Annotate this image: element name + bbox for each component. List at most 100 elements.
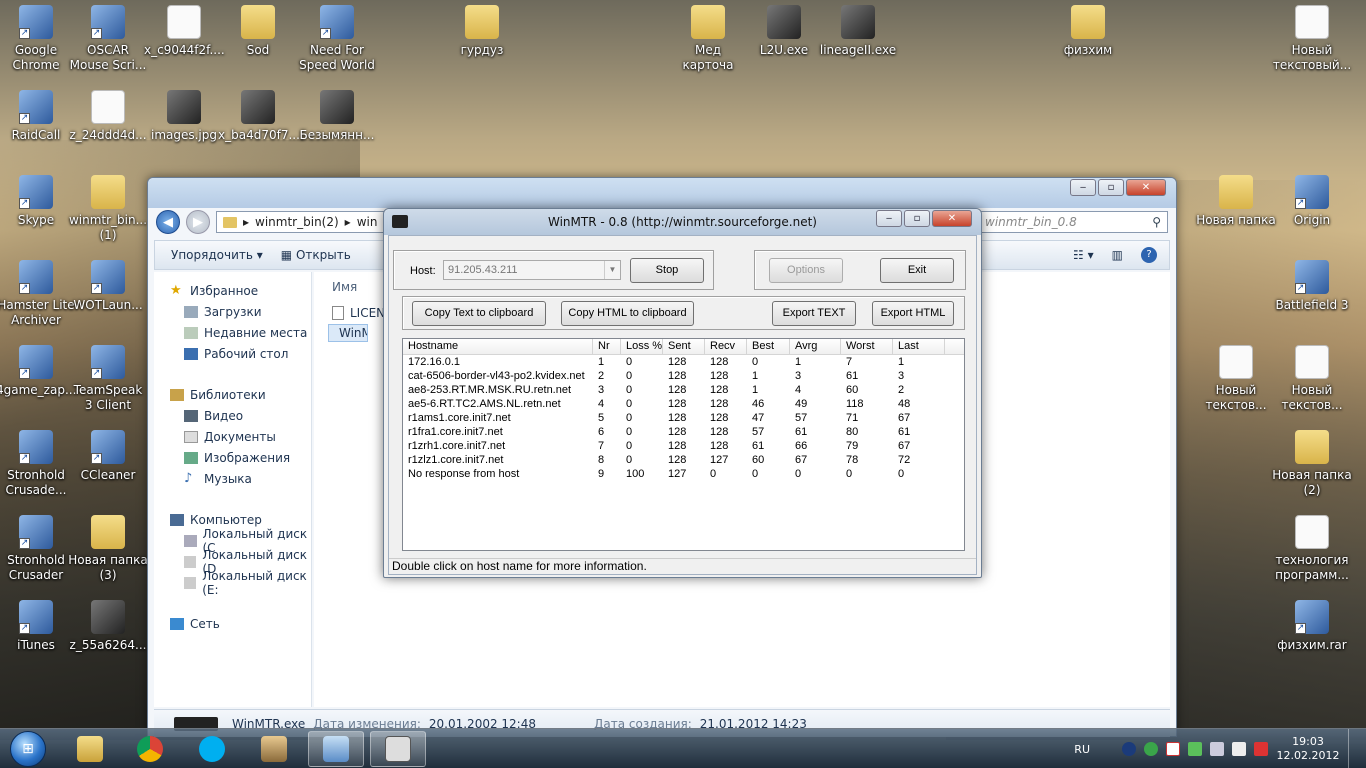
nav-item-pictures[interactable]: Изображения xyxy=(154,447,311,468)
desktop-icon[interactable]: ↗ CCleaner xyxy=(68,430,148,483)
maximize-button[interactable]: ▫ xyxy=(904,210,930,227)
nav-item-video[interactable]: Видео xyxy=(154,405,311,426)
forward-icon[interactable]: ▶ xyxy=(186,210,210,234)
desktop-icon[interactable]: Sod xyxy=(218,5,298,58)
breadcrumb-segment[interactable]: win xyxy=(357,215,378,229)
table-row[interactable]: cat-6506-border-vl43-po2.kvidex.net 2 0 128… xyxy=(403,369,964,383)
column-header-hostname[interactable]: Hostname xyxy=(403,339,593,354)
preview-pane-icon[interactable]: ▥ xyxy=(1112,248,1123,262)
network-icon[interactable] xyxy=(1210,742,1224,756)
file-item[interactable]: LICEN xyxy=(332,306,385,320)
desktop-icon[interactable]: ↗ Stronhold Crusader xyxy=(0,515,76,583)
taskbar-game[interactable] xyxy=(246,731,302,767)
maximize-button[interactable]: ▫ xyxy=(1098,179,1124,196)
desktop-icon[interactable]: ↗ физхим.rar xyxy=(1272,600,1352,653)
nav-favorites[interactable]: ★ Избранное xyxy=(154,280,311,301)
host-combobox[interactable]: 91.205.43.211 ▼ xyxy=(443,260,621,280)
open-button[interactable]: ▦ Открыть xyxy=(281,248,351,262)
desktop-icon[interactable]: z_55a6264... xyxy=(68,600,148,653)
column-header-name[interactable]: Имя xyxy=(332,280,357,294)
breadcrumb-segment[interactable]: winmtr_bin(2) xyxy=(255,215,339,229)
column-header-loss[interactable]: Loss % xyxy=(621,339,663,354)
nav-item-recent[interactable]: Недавние места xyxy=(154,322,311,343)
table-row[interactable]: 172.16.0.1 1 0 128 128 0 1 7 1 xyxy=(403,355,964,369)
column-header-last[interactable]: Last xyxy=(893,339,945,354)
nav-network[interactable]: Сеть xyxy=(154,613,311,634)
desktop-icon[interactable]: ↗ iTunes xyxy=(0,600,76,653)
desktop-icon[interactable]: ↗ OSCAR Mouse Scri... xyxy=(68,5,148,73)
desktop-icon[interactable]: гурдуз xyxy=(442,5,522,58)
chevron-down-icon[interactable]: ▼ xyxy=(604,261,620,279)
desktop-icon[interactable]: Новый текстов... xyxy=(1272,345,1352,413)
copy-text-button[interactable]: Copy Text to clipboard xyxy=(412,301,546,326)
options-button[interactable]: Options xyxy=(769,258,843,283)
desktop-icon[interactable]: Мед карточа xyxy=(668,5,748,73)
start-button[interactable]: ⊞ xyxy=(2,729,54,768)
desktop-icon[interactable]: x_c9044f2f.... xyxy=(144,5,225,58)
nav-item-music[interactable]: ♪ Музыка xyxy=(154,468,311,489)
taskbar-skype[interactable] xyxy=(184,731,240,767)
desktop-icon[interactable]: ↗ Google Chrome xyxy=(0,5,76,73)
table-row[interactable]: No response from host 9 100 127 0 0 0 0 0 xyxy=(403,467,964,481)
desktop-icon[interactable]: технология программ... xyxy=(1272,515,1352,583)
tray-shield-icon[interactable] xyxy=(1188,742,1202,756)
nav-item-documents[interactable]: Документы xyxy=(154,426,311,447)
nav-item-drive-e[interactable]: Локальный диск (E: xyxy=(154,569,311,597)
column-header-avrg[interactable]: Avrg xyxy=(790,339,841,354)
desktop-icon[interactable]: Новая папка (3) xyxy=(68,515,148,583)
desktop-icon[interactable]: ↗ Battlefield 3 xyxy=(1272,260,1352,313)
table-row[interactable]: r1ams1.core.init7.net 5 0 128 128 47 57 71 67 xyxy=(403,411,964,425)
tray-app-icon[interactable] xyxy=(1122,742,1136,756)
tray-flag-icon[interactable] xyxy=(1166,742,1180,756)
show-desktop-button[interactable] xyxy=(1348,729,1360,768)
desktop-icon[interactable]: Безымянн... xyxy=(297,90,377,143)
desktop-icon[interactable]: ↗ 4game_zap... xyxy=(0,345,76,398)
organize-button[interactable]: Упорядочить ▾ xyxy=(171,248,263,262)
table-row[interactable]: ae5-6.RT.TC2.AMS.NL.retn.net 4 0 128 128 46 49… xyxy=(403,397,964,411)
desktop-icon[interactable]: ↗ Origin xyxy=(1272,175,1352,228)
view-options-icon[interactable]: ☷ ▾ xyxy=(1073,248,1094,262)
taskbar-explorer[interactable] xyxy=(62,731,118,767)
clock[interactable]: 19:03 12.02.2012 xyxy=(1276,735,1340,763)
export-html-button[interactable]: Export HTML xyxy=(872,301,954,326)
taskbar-winmtr[interactable] xyxy=(370,731,426,767)
stop-button[interactable]: Stop xyxy=(630,258,704,283)
table-row[interactable]: r1zrh1.core.init7.net 7 0 128 128 61 66 79 67 xyxy=(403,439,964,453)
desktop-icon[interactable]: ↗ Stronhold Crusade... xyxy=(0,430,76,498)
column-header-nr[interactable]: Nr xyxy=(593,339,621,354)
desktop-icon[interactable]: z_24ddd4d... xyxy=(68,90,148,143)
column-header-worst[interactable]: Worst xyxy=(841,339,893,354)
tray-alert-icon[interactable] xyxy=(1254,742,1268,756)
desktop-icon[interactable]: L2U.exe xyxy=(744,5,824,58)
desktop-icon[interactable]: images.jpg xyxy=(144,90,224,143)
exit-button[interactable]: Exit xyxy=(880,258,954,283)
nav-libraries[interactable]: Библиотеки xyxy=(154,384,311,405)
close-button[interactable]: ✕ xyxy=(1126,179,1166,196)
desktop-icon[interactable]: ↗ Need For Speed World xyxy=(297,5,377,73)
desktop-icon[interactable]: ↗ TeamSpeak 3 Client xyxy=(68,345,148,413)
column-header-recv[interactable]: Recv xyxy=(705,339,747,354)
desktop-icon[interactable]: winmtr_bin... (1) xyxy=(68,175,148,243)
minimize-button[interactable]: ‒ xyxy=(1070,179,1096,196)
desktop-icon[interactable]: lineageII.exe xyxy=(818,5,898,58)
export-text-button[interactable]: Export TEXT xyxy=(772,301,856,326)
desktop-icon[interactable]: Новая папка (2) xyxy=(1272,430,1352,498)
desktop-icon[interactable]: Новая папка xyxy=(1196,175,1276,228)
help-icon[interactable]: ? xyxy=(1141,247,1157,263)
column-header-sent[interactable]: Sent xyxy=(663,339,705,354)
file-item-selected[interactable]: WinM xyxy=(328,324,368,342)
table-row[interactable]: r1zlz1.core.init7.net 8 0 128 127 60 67 78 72 xyxy=(403,453,964,467)
tray-check-icon[interactable] xyxy=(1144,742,1158,756)
close-button[interactable]: ✕ xyxy=(932,210,972,227)
minimize-button[interactable]: ‒ xyxy=(876,210,902,227)
taskbar-chrome[interactable] xyxy=(122,731,178,767)
desktop-icon[interactable]: ↗ WOTLaun... xyxy=(68,260,148,313)
explorer-titlebar[interactable] xyxy=(148,178,1176,208)
desktop-icon[interactable]: ↗ Hamster Lite Archiver xyxy=(0,260,76,328)
table-row[interactable]: r1fra1.core.init7.net 6 0 128 128 57 61 80 61 xyxy=(403,425,964,439)
desktop-icon[interactable]: Новый текстовый... xyxy=(1272,5,1352,73)
taskbar-control-panel[interactable] xyxy=(308,731,364,767)
nav-item-desktop[interactable]: Рабочий стол xyxy=(154,343,311,364)
copy-html-button[interactable]: Copy HTML to clipboard xyxy=(561,301,694,326)
language-indicator[interactable]: RU xyxy=(1074,743,1090,756)
